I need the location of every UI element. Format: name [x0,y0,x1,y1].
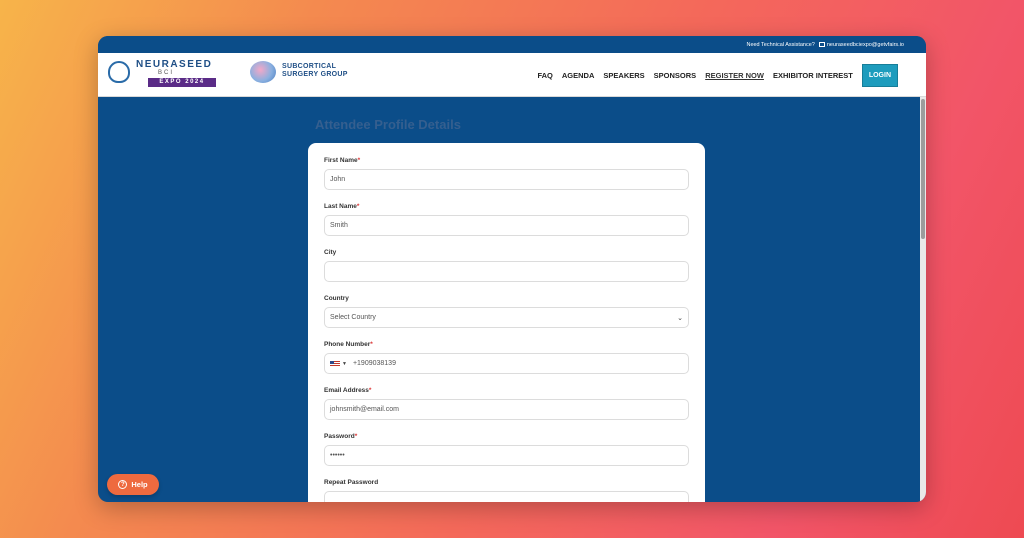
site-header: NEURASEED BCI EXPO 2024 SUBCORTICAL SURG… [98,53,926,97]
nav-faq[interactable]: FAQ [537,71,552,80]
email-label: Email Address* [324,387,372,394]
registration-form: First Name* John Last Name* Smith City C… [308,143,705,502]
password-label: Password* [324,433,358,440]
email-input[interactable]: johnsmith@email.com [324,399,689,420]
logo-expo-badge: EXPO 2024 [148,78,216,87]
neuraseed-logo[interactable]: NEURASEED BCI EXPO 2024 [108,58,216,90]
first-name-label: First Name* [324,157,361,164]
brain-icon [108,61,130,83]
sponsor-line-2: SURGERY GROUP [282,71,348,78]
browser-window: Need Technical Assistance? neuraseedbcie… [98,36,926,502]
main-nav: FAQ AGENDA SPEAKERS SPONSORS REGISTER NO… [537,53,898,97]
scrollbar-thumb[interactable] [921,99,925,239]
repeat-password-input[interactable] [324,491,689,502]
help-button[interactable]: ? Help [107,474,159,495]
phone-input[interactable]: ▼ +1909038139 [324,353,689,374]
nav-exhibitor-interest[interactable]: EXHIBITOR INTEREST [773,71,853,80]
email-field: Email Address* johnsmith@email.com [324,387,689,420]
nav-register-now[interactable]: REGISTER NOW [705,71,764,80]
top-info-bar: Need Technical Assistance? neuraseedbcie… [98,36,926,53]
help-label: Help [131,480,148,489]
support-email-link[interactable]: neuraseedbciexpo@getvfairs.io [818,41,904,48]
support-email: neuraseedbciexpo@getvfairs.io [826,41,904,48]
sponsor-name: SUBCORTICAL SURGERY GROUP [282,63,348,79]
last-name-field: Last Name* Smith [324,203,689,236]
country-label: Country [324,295,349,302]
nav-speakers[interactable]: SPEAKERS [603,71,644,80]
phone-field: Phone Number* ▼ +1909038139 [324,341,689,374]
help-icon: ? [118,480,128,489]
repeat-password-label: Repeat Password [324,479,379,486]
phone-value: +1909038139 [352,360,396,367]
city-input[interactable] [324,261,689,282]
country-select-value: Select Country [330,314,376,321]
country-field: Country Select Country ⌄ [324,295,689,328]
brain-scan-icon [250,61,276,83]
sponsor-line-1: SUBCORTICAL [282,63,337,70]
chevron-down-icon: ⌄ [677,314,683,322]
mail-icon [818,42,825,47]
first-name-field: First Name* John [324,157,689,190]
sponsor-logo: SUBCORTICAL SURGERY GROUP [248,59,348,87]
nav-sponsors[interactable]: SPONSORS [654,71,697,80]
flag-dropdown-icon[interactable]: ▼ [342,361,347,367]
assistance-text: Need Technical Assistance? [746,41,815,48]
city-field: City [324,249,689,282]
last-name-label: Last Name* [324,203,360,210]
us-flag-icon[interactable] [330,360,340,367]
logo-bci: BCI [158,70,175,76]
login-button[interactable]: LOGIN [861,63,898,87]
city-label: City [324,249,337,256]
country-select[interactable]: Select Country ⌄ [324,307,689,328]
repeat-password-field: Repeat Password [324,479,689,502]
logo-name: NEURASEED [136,59,213,70]
phone-label: Phone Number* [324,341,373,348]
password-field: Password* •••••• [324,433,689,466]
page-scrollbar[interactable] [920,97,926,502]
first-name-input[interactable]: John [324,169,689,190]
last-name-input[interactable]: Smith [324,215,689,236]
password-input[interactable]: •••••• [324,445,689,466]
nav-agenda[interactable]: AGENDA [562,71,595,80]
page-title: Attendee Profile Details [315,117,461,132]
